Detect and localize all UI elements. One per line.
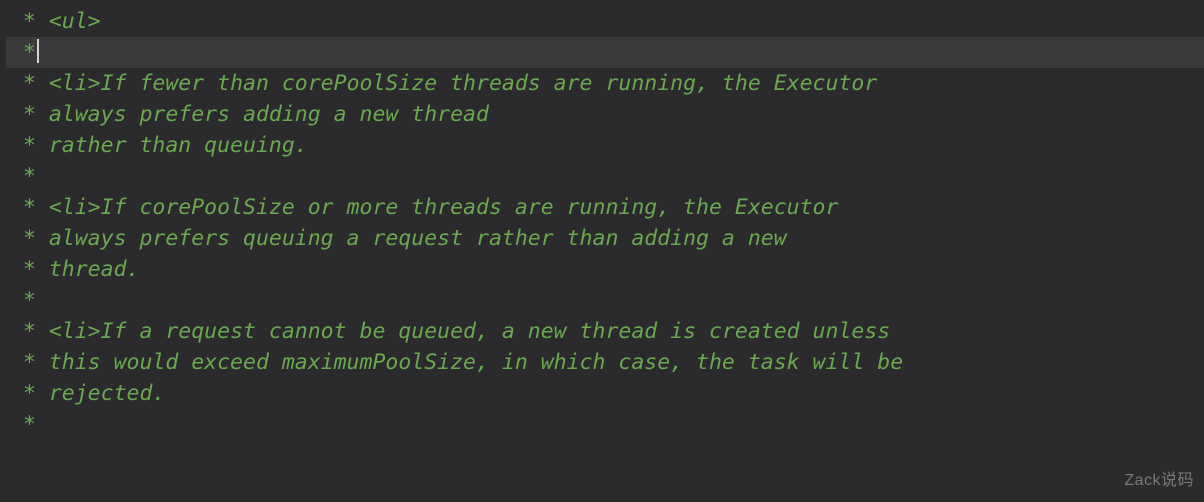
comment-star: * — [10, 195, 49, 220]
code-line[interactable]: * <ul> — [6, 6, 1204, 37]
comment-star: * — [10, 412, 36, 437]
code-line[interactable]: * <li>If a request cannot be queued, a n… — [6, 316, 1204, 347]
comment-text: If corePoolSize or more threads are runn… — [101, 195, 839, 220]
code-line[interactable]: * <li>If fewer than corePoolSize threads… — [6, 68, 1204, 99]
comment-star: * — [10, 319, 49, 344]
code-line[interactable]: * — [6, 37, 1204, 68]
comment-text: always prefers queuing a request rather … — [49, 226, 787, 251]
code-line[interactable]: * <li>If corePoolSize or more threads ar… — [6, 192, 1204, 223]
code-line[interactable]: * — [6, 161, 1204, 192]
comment-text: rather than queuing. — [49, 133, 308, 158]
comment-star: * — [10, 381, 49, 406]
comment-star: * — [10, 40, 36, 65]
comment-text: thread. — [49, 257, 140, 282]
comment-star: * — [10, 350, 49, 375]
comment-text: rejected. — [49, 381, 166, 406]
code-line[interactable]: * rather than queuing. — [6, 130, 1204, 161]
text-cursor — [37, 39, 39, 63]
javadoc-tag: <li> — [49, 195, 101, 220]
comment-star: * — [10, 102, 49, 127]
comment-star: * — [10, 71, 49, 96]
comment-star: * — [10, 164, 36, 189]
comment-star: * — [10, 9, 49, 34]
comment-text: If a request cannot be queued, a new thr… — [101, 319, 891, 344]
code-line[interactable]: * this would exceed maximumPoolSize, in … — [6, 347, 1204, 378]
comment-star: * — [10, 257, 49, 282]
code-line[interactable]: * — [6, 285, 1204, 316]
javadoc-tag: <li> — [49, 319, 101, 344]
watermark: Zack说码 — [1124, 465, 1194, 496]
code-line[interactable]: * thread. — [6, 254, 1204, 285]
comment-text: this would exceed maximumPoolSize, in wh… — [49, 350, 903, 375]
comment-star: * — [10, 288, 36, 313]
javadoc-tag: <ul> — [49, 9, 101, 34]
code-editor[interactable]: * <ul> * * <li>If fewer than corePoolSiz… — [0, 0, 1204, 440]
javadoc-tag: <li> — [49, 71, 101, 96]
comment-text: If fewer than corePoolSize threads are r… — [101, 71, 878, 96]
code-line[interactable]: * — [6, 409, 1204, 440]
code-line[interactable]: * always prefers adding a new thread — [6, 99, 1204, 130]
comment-star: * — [10, 133, 49, 158]
comment-text: always prefers adding a new thread — [49, 102, 489, 127]
comment-star: * — [10, 226, 49, 251]
code-line[interactable]: * rejected. — [6, 378, 1204, 409]
code-line[interactable]: * always prefers queuing a request rathe… — [6, 223, 1204, 254]
